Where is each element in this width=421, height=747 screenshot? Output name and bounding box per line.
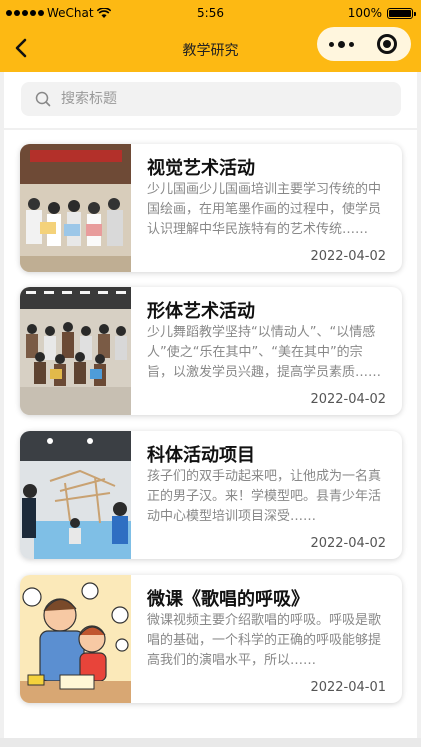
article-summary: 微课视频主要介绍歌唱的呼吸。呼吸是歌唱的基础，一个科学的正确的呼吸能够提高我们的… (147, 613, 382, 668)
more-dots-icon[interactable] (329, 41, 354, 48)
target-icon[interactable] (377, 34, 397, 54)
article-title: 形体艺术活动 (147, 301, 255, 322)
article-date: 2022-04-02 (310, 249, 386, 264)
article-title: 科体活动项目 (147, 445, 255, 466)
article-date: 2022-04-01 (310, 680, 386, 695)
search-section (4, 72, 417, 128)
mini-program-capsule (317, 27, 411, 61)
status-bar: WeChat 5:56 100% (0, 0, 421, 26)
article-title: 视觉艺术活动 (147, 158, 255, 179)
article-thumbnail (20, 144, 131, 272)
article-title: 微课《歌唱的呼吸》 (147, 589, 309, 610)
article-card[interactable]: 形体艺术活动 少儿舞蹈教学坚持“以情动人”、“以情感人”使之“乐在其中”、“美在… (20, 287, 402, 415)
article-card[interactable]: 视觉艺术活动 少儿国画少儿国画培训主要学习传统的中国绘画，在用笔墨作画的过程中，… (20, 144, 402, 272)
article-date: 2022-04-02 (310, 536, 386, 551)
article-summary: 孩子们的双手动起来吧，让他成为一名真正的男子汉。来！学模型吧。县青少年活动中心模… (147, 469, 382, 524)
article-thumbnail (20, 287, 131, 415)
article-thumbnail (20, 575, 131, 703)
search-input[interactable] (61, 82, 381, 116)
bottom-edge (0, 738, 421, 747)
article-card[interactable]: 科体活动项目 孩子们的双手动起来吧，让他成为一名真正的男子汉。来！学模型吧。县青… (20, 431, 402, 559)
nav-bar: 教学研究 (0, 26, 421, 72)
article-summary: 少儿舞蹈教学坚持“以情动人”、“以情感人”使之“乐在其中”、“美在其中”的宗旨，… (147, 325, 382, 380)
search-box[interactable] (21, 82, 401, 116)
battery-icon (387, 7, 416, 19)
battery-text: 100% (347, 6, 382, 20)
battery-status: 100% (347, 6, 416, 20)
article-thumbnail (20, 431, 131, 559)
article-date: 2022-04-02 (310, 392, 386, 407)
search-icon (35, 91, 51, 107)
article-card[interactable]: 微课《歌唱的呼吸》 微课视频主要介绍歌唱的呼吸。呼吸是歌唱的基础，一个科学的正确… (20, 575, 402, 703)
article-summary: 少儿国画少儿国画培训主要学习传统的中国绘画，在用笔墨作画的过程中，使学员认识理解… (147, 182, 382, 237)
